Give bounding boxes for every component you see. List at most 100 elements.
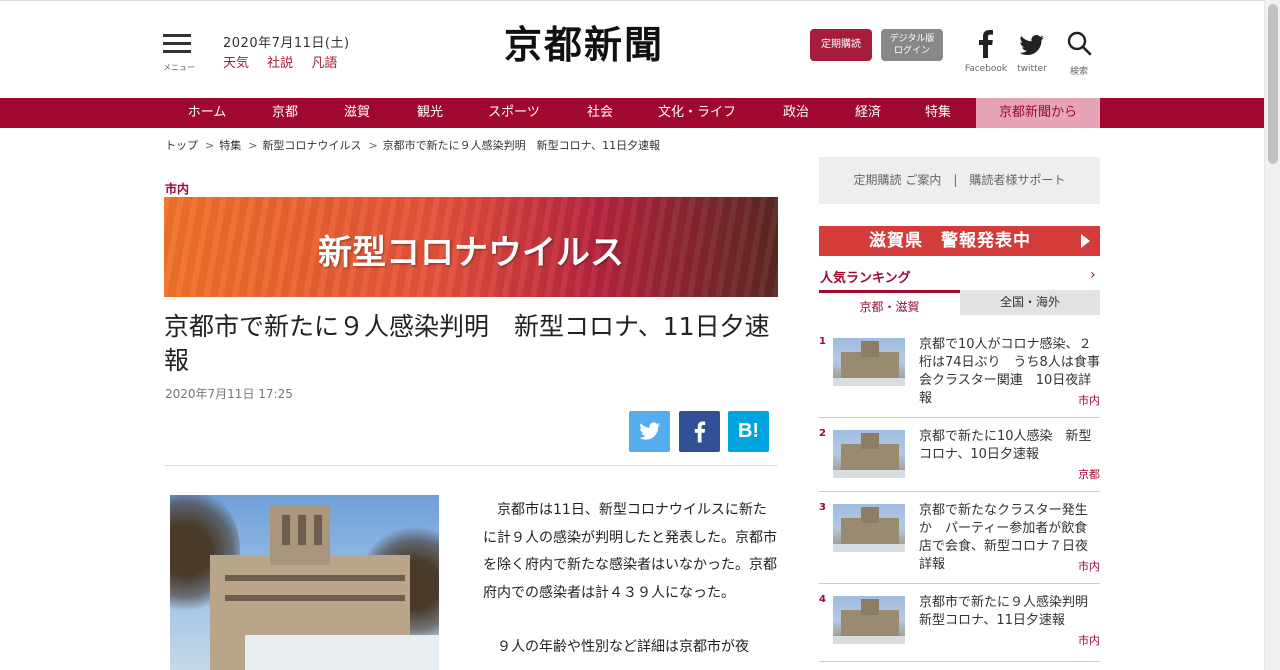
page-scrollbar[interactable] — [1264, 0, 1280, 670]
nav-item-sports[interactable]: スポーツ — [466, 98, 562, 128]
tab-national-world[interactable]: 全国・海外 — [960, 290, 1100, 315]
thumb-tower — [861, 599, 879, 615]
thumb-tower — [861, 341, 879, 357]
menu-icon — [163, 34, 191, 37]
search-button[interactable]: 検索 — [1063, 28, 1095, 77]
nav-item-from-kyoto-np[interactable]: 京都新聞から — [976, 98, 1100, 128]
article-photo[interactable] — [170, 495, 439, 670]
photo-window — [282, 515, 290, 545]
main-nav: ホーム 京都 滋賀 観光 スポーツ 社会 文化・ライフ 政治 経済 特集 京都新… — [0, 98, 1264, 128]
hatena-bookmark-icon: B! — [737, 420, 760, 442]
ranking-title-text: 京都で新たなクラスター発生か パーティー参加者が飲食店で会食、新型コロナ７日夜詳… — [919, 503, 1089, 572]
twitter-link[interactable]: twitter — [1014, 28, 1050, 74]
twitter-icon — [638, 422, 660, 440]
alert-text: 滋賀県 警報発表中 — [869, 231, 1031, 251]
ranking-category: 市内 — [1078, 394, 1100, 407]
twitter-label: twitter — [1017, 64, 1047, 74]
current-date: 2020年7月11日(土) — [223, 36, 350, 51]
nav-item-tourism[interactable]: 観光 — [394, 98, 466, 128]
subscriber-support-link[interactable]: 購読者様サポート — [969, 173, 1065, 187]
breadcrumb-sep: > — [248, 139, 258, 152]
photo-window — [314, 515, 322, 545]
ranking-number: 1 — [819, 336, 826, 347]
header-sublinks: 天気 社説 凡語 — [223, 52, 351, 71]
thumb-tower — [861, 433, 879, 449]
ranking-number: 3 — [819, 502, 826, 513]
ranking-thumbnail — [833, 338, 905, 386]
ranking-number: 2 — [819, 428, 826, 439]
bongo-link[interactable]: 凡語 — [311, 56, 337, 71]
twitter-icon — [1019, 34, 1044, 55]
nav-item-culture[interactable]: 文化・ライフ — [638, 98, 756, 128]
ranking-divider — [819, 583, 1100, 584]
thumb-tower — [861, 507, 879, 523]
search-label: 検索 — [1069, 67, 1088, 77]
ranking-category: 市内 — [1078, 634, 1100, 647]
digital-label: デジタル版 — [889, 34, 935, 44]
ranking-thumbnail — [833, 596, 905, 644]
banner-text: 新型コロナウイルス — [318, 233, 624, 273]
article-body: 京都市は11日、新型コロナウイルスに新たに計９人の感染が判明したと発表した。京都… — [483, 497, 778, 670]
menu-icon-bar — [163, 50, 191, 53]
nav-item-society[interactable]: 社会 — [562, 98, 638, 128]
ranking-title-text: 京都で10人がコロナ感染、２桁は74日ぶり うち8人は食事会クラスター関連 10… — [919, 337, 1100, 406]
facebook-label: Facebook — [964, 64, 1008, 74]
support-separator: | — [953, 173, 958, 187]
photo-fence — [245, 635, 439, 670]
ranking-item-4[interactable]: 4 京都市で新たに９人感染判明 新型コロナ、11日夕速報 市内 — [819, 594, 1101, 654]
photo-window — [298, 515, 306, 545]
subscription-support-box: 定期購読 ご案内 | 購読者様サポート — [819, 157, 1100, 204]
ranking-divider — [819, 661, 1100, 662]
facebook-link[interactable]: Facebook — [964, 28, 1008, 74]
breadcrumb-coronavirus[interactable]: 新型コロナウイルス — [262, 139, 361, 152]
facebook-icon — [694, 421, 705, 443]
scrollbar-thumb[interactable] — [1268, 4, 1278, 164]
breadcrumb-sep: > — [368, 139, 378, 152]
article-date: 2020年7月11日 17:25 — [165, 387, 293, 401]
ranking-thumbnail — [833, 430, 905, 478]
share-twitter-button[interactable] — [629, 411, 670, 452]
breadcrumb-current: 京都市で新たに９人感染判明 新型コロナ、11日夕速報 — [382, 139, 661, 152]
subscription-guide-link[interactable]: 定期購読 ご案内 — [854, 173, 942, 187]
article-divider — [164, 465, 778, 466]
login-label: ログイン — [893, 46, 930, 56]
menu-button[interactable]: メニュー — [163, 34, 195, 74]
editorial-link[interactable]: 社説 — [267, 56, 293, 71]
ranking-item-1[interactable]: 1 京都で10人がコロナ感染、２桁は74日ぶり うち8人は食事会クラスター関連 … — [819, 336, 1100, 410]
ranking-more-link[interactable]: › — [1090, 267, 1096, 283]
photo-window-row — [225, 575, 405, 581]
nav-item-kyoto[interactable]: 京都 — [250, 98, 320, 128]
site-logo[interactable]: 京都新聞 — [504, 20, 694, 70]
weather-alert-banner[interactable]: 滋賀県 警報発表中 — [819, 226, 1100, 256]
nav-item-features[interactable]: 特集 — [900, 98, 976, 128]
tab-kyoto-shiga[interactable]: 京都・滋賀 — [819, 290, 960, 317]
ranking-thumbnail — [833, 504, 905, 552]
breadcrumb: トップ > 特集 > 新型コロナウイルス > 京都市で新たに９人感染判明 新型コロナ、11日… — [165, 137, 660, 153]
breadcrumb-features[interactable]: 特集 — [219, 139, 241, 152]
breadcrumb-sep: > — [205, 139, 215, 152]
nav-item-home[interactable]: ホーム — [164, 98, 250, 128]
digital-login-button[interactable]: デジタル版 ログイン — [881, 29, 943, 61]
topic-banner[interactable]: 新型コロナウイルス — [164, 197, 778, 297]
breadcrumb-top[interactable]: トップ — [165, 139, 198, 152]
ranking-category: 市内 — [1078, 560, 1100, 573]
photo-window-row — [225, 595, 405, 601]
nav-item-economy[interactable]: 経済 — [836, 98, 900, 128]
ranking-divider — [819, 491, 1100, 492]
subscribe-button[interactable]: 定期購読 — [810, 29, 872, 61]
ranking-item-3[interactable]: 3 京都で新たなクラスター発生か パーティー参加者が飲食店で会食、新型コロナ７日… — [819, 502, 1100, 576]
ranking-divider — [819, 417, 1100, 418]
ranking-number: 4 — [819, 594, 826, 605]
share-facebook-button[interactable] — [679, 411, 720, 452]
share-hatena-button[interactable]: B! — [728, 411, 769, 452]
nav-item-politics[interactable]: 政治 — [756, 98, 836, 128]
ranking-item-2[interactable]: 2 京都で新たに10人感染 新型コロナ、10日夕速報 京都 — [819, 428, 1100, 484]
thumb-fence — [833, 378, 905, 386]
weather-link[interactable]: 天気 — [223, 56, 249, 71]
article-category[interactable]: 市内 — [165, 180, 189, 197]
menu-label: メニュー — [163, 63, 195, 72]
nav-item-shiga[interactable]: 滋賀 — [320, 98, 394, 128]
arrow-right-icon — [1081, 234, 1090, 248]
ranking-category: 京都 — [1078, 468, 1100, 481]
menu-icon-bar — [163, 42, 191, 45]
